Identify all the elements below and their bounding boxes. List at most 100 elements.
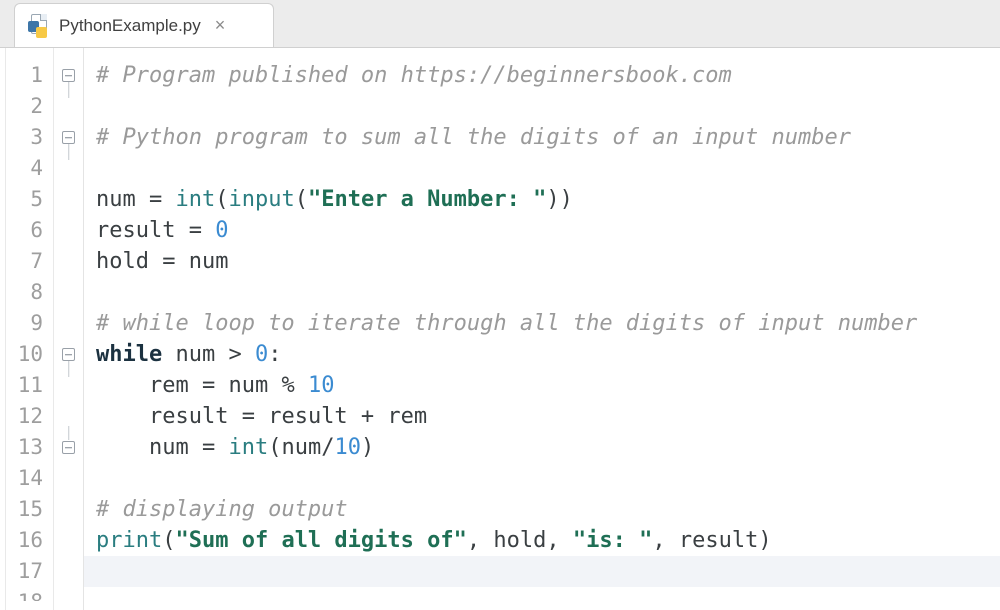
token-op: )) [546,187,573,212]
token-num: 10 [308,373,335,398]
fold-toggle-icon[interactable] [62,69,75,82]
fold-slot [54,494,83,525]
token-bi: int [175,187,215,212]
fold-slot [54,370,83,401]
line-number[interactable]: 5 [6,184,53,215]
line-number[interactable]: 15 [6,494,53,525]
tab-python-example[interactable]: PythonExample.py × [14,3,274,47]
token-cmt: # Program published on https://beginners… [96,63,732,88]
token-num: 0 [255,342,268,367]
code-line[interactable]: num = int(num/10) [96,432,1000,463]
line-number[interactable]: 6 [6,215,53,246]
token-op: = [202,373,229,398]
line-number[interactable]: 14 [6,463,53,494]
token-id: num [96,435,202,460]
token-num: 0 [215,218,228,243]
fold-slot [54,277,83,308]
line-number[interactable]: 9 [6,308,53,339]
code-line[interactable]: # while loop to iterate through all the … [96,308,1000,339]
line-number[interactable]: 2 [6,91,53,122]
fold-slot [54,91,83,122]
token-bi: print [96,528,162,553]
token-bi: int [228,435,268,460]
fold-slot [54,122,83,153]
token-id: num [228,373,281,398]
token-op: ) [361,435,374,460]
token-str: "Sum of all digits of" [175,528,466,553]
fold-slot [54,556,83,587]
code-line[interactable]: result = result + rem [96,401,1000,432]
code-line[interactable] [96,277,1000,308]
code-line[interactable]: result = 0 [96,215,1000,246]
line-number[interactable]: 17 [6,556,53,587]
token-op: , [467,528,494,553]
code-line[interactable]: print("Sum of all digits of", hold, "is:… [96,525,1000,556]
code-line[interactable]: while num > 0: [96,339,1000,370]
token-bi: input [228,187,294,212]
token-id: hold [96,249,162,274]
line-number[interactable]: 13 [6,432,53,463]
fold-slot [54,308,83,339]
fold-toggle-icon[interactable] [62,131,75,144]
code-line[interactable] [84,556,1000,587]
token-kw: while [96,342,162,367]
fold-slot [54,153,83,184]
close-icon[interactable]: × [215,15,226,36]
token-id: result [96,218,189,243]
line-number[interactable]: 11 [6,370,53,401]
token-id: num [189,249,229,274]
token-cmt: # displaying output [96,497,348,522]
line-number[interactable]: 4 [6,153,53,184]
fold-gutter[interactable] [54,48,84,610]
code-line[interactable]: num = int(input("Enter a Number: ")) [96,184,1000,215]
token-id: hold [493,528,546,553]
token-cmt: # while loop to iterate through all the … [96,311,917,336]
code-line[interactable] [96,91,1000,122]
code-area[interactable]: # Program published on https://beginners… [84,48,1000,610]
line-number[interactable]: 3 [6,122,53,153]
token-id: result [96,404,242,429]
line-number[interactable]: 18 [6,587,53,601]
fold-slot [54,215,83,246]
token-op: % [281,373,308,398]
line-number[interactable]: 7 [6,246,53,277]
line-number[interactable]: 12 [6,401,53,432]
token-num: 10 [334,435,361,460]
code-line[interactable] [96,153,1000,184]
python-file-icon [27,14,49,38]
fold-toggle-icon[interactable] [62,348,75,361]
fold-slot [54,525,83,556]
token-op: : [268,342,281,367]
code-line[interactable]: # displaying output [96,494,1000,525]
line-number[interactable]: 8 [6,277,53,308]
token-id: num [281,435,321,460]
line-number[interactable]: 10 [6,339,53,370]
token-op: = [189,218,216,243]
fold-slot [54,184,83,215]
token-op: = [242,404,269,429]
token-op: , [546,528,573,553]
line-number[interactable]: 1 [6,60,53,91]
fold-toggle-icon[interactable] [62,441,75,454]
line-number[interactable]: 16 [6,525,53,556]
token-str: "Enter a Number: " [308,187,546,212]
token-cmt: # Python program to sum all the digits o… [96,125,851,150]
fold-slot [54,60,83,91]
code-line[interactable]: hold = num [96,246,1000,277]
token-op: = [202,435,229,460]
token-op: / [321,435,334,460]
code-line[interactable]: # Program published on https://beginners… [96,60,1000,91]
line-number-gutter[interactable]: 123456789101112131415161718 [6,48,54,610]
code-line[interactable]: rem = num % 10 [96,370,1000,401]
code-line[interactable] [96,463,1000,494]
token-op: ) [758,528,771,553]
code-editor[interactable]: 123456789101112131415161718 # Program pu… [0,48,1000,610]
fold-slot [54,463,83,494]
token-id: num [96,187,149,212]
fold-slot [54,432,83,463]
token-op: = [162,249,189,274]
tab-bar: PythonExample.py × [0,0,1000,48]
token-id: result [268,404,361,429]
token-op: ( [162,528,175,553]
code-line[interactable]: # Python program to sum all the digits o… [96,122,1000,153]
